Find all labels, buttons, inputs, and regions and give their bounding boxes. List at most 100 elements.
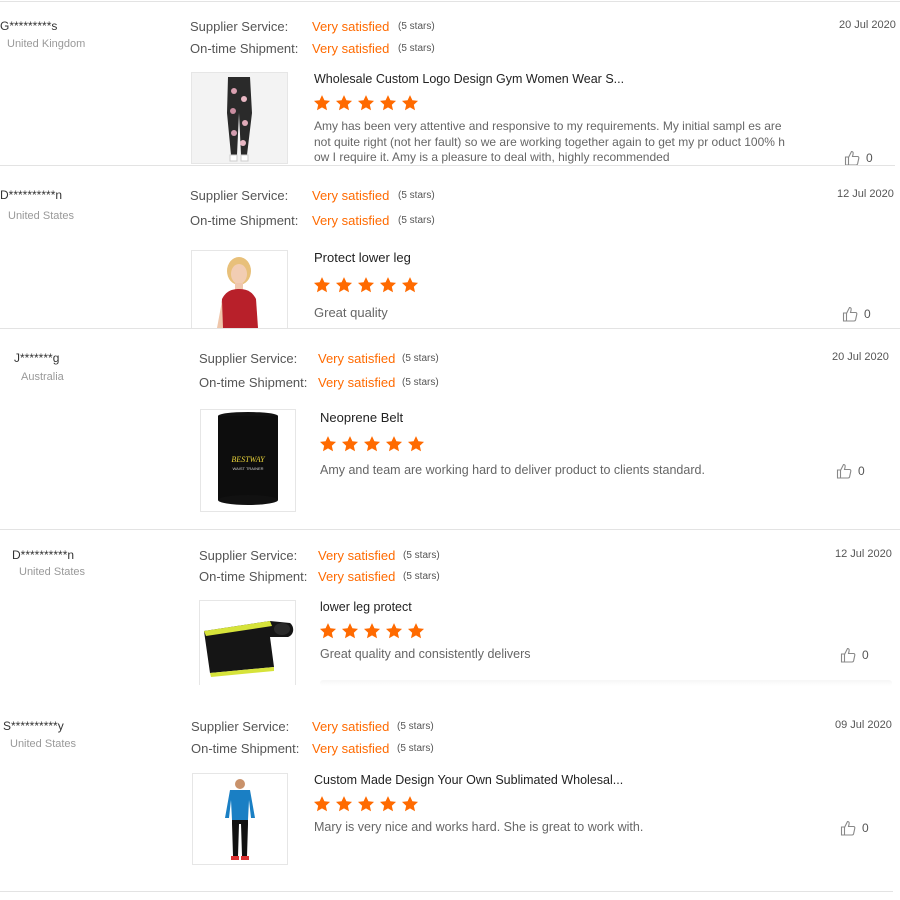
review-item: G*********s United Kingdom Supplier Serv…: [0, 0, 900, 166]
star-icon: [363, 622, 381, 640]
belt-subtitle-text: WAIST TRAINER: [232, 466, 263, 471]
star-icon: [313, 795, 331, 813]
star-icon: [313, 276, 331, 294]
stars-count: (5 stars): [398, 190, 435, 201]
star-icon: [385, 622, 403, 640]
star-icon: [379, 94, 397, 112]
product-title[interactable]: Neoprene Belt: [320, 410, 403, 425]
reviewer-country: United States: [10, 738, 77, 750]
star-icon: [335, 276, 353, 294]
review-item: J*******g Australia Supplier Service: Ve…: [0, 329, 900, 529]
ontime-shipment-label: On-time Shipment:: [199, 375, 308, 390]
stars-count: (5 stars): [403, 550, 440, 561]
like-count: 0: [862, 821, 869, 835]
like-button[interactable]: 0: [836, 463, 865, 479]
reviewer-name: D**********n: [12, 548, 75, 562]
rating-value: Very satisfied: [312, 719, 390, 734]
star-icon: [357, 94, 375, 112]
like-count: 0: [858, 464, 865, 478]
stars-count: (5 stars): [402, 377, 439, 388]
product-title[interactable]: Wholesale Custom Logo Design Gym Women W…: [314, 72, 624, 86]
rating-value: Very satisfied: [318, 375, 396, 390]
reviewer-country: United Kingdom: [7, 38, 86, 50]
review-date: 12 Jul 2020: [835, 548, 892, 560]
like-button[interactable]: 0: [840, 820, 869, 836]
man-rashguard-photo-icon: [193, 774, 287, 864]
star-icon: [379, 276, 397, 294]
like-count: 0: [864, 307, 871, 321]
thumbs-up-icon: [840, 647, 856, 663]
star-icon: [335, 795, 353, 813]
rating-value: Very satisfied: [312, 741, 390, 756]
star-icon: [319, 435, 337, 453]
reviewer-country: United States: [8, 210, 75, 222]
ontime-shipment-label: On-time Shipment:: [199, 569, 308, 584]
stars-count: (5 stars): [398, 215, 435, 226]
leggings-photo-icon: [192, 73, 287, 163]
rating-value: Very satisfied: [312, 213, 390, 228]
review-date: 09 Jul 2020: [835, 719, 892, 731]
review-item: S**********y United States Supplier Serv…: [0, 702, 900, 892]
star-icon: [385, 435, 403, 453]
like-count: 0: [866, 151, 873, 165]
stars-count: (5 stars): [397, 743, 434, 754]
supplier-service-label: Supplier Service:: [191, 719, 290, 734]
like-button[interactable]: 0: [840, 647, 869, 663]
star-rating: [319, 435, 429, 453]
review-item: D**********n United States Supplier Serv…: [0, 530, 900, 702]
star-icon: [319, 622, 337, 640]
star-icon: [357, 795, 375, 813]
rating-value: Very satisfied: [312, 19, 390, 34]
star-icon: [407, 435, 425, 453]
like-count: 0: [862, 648, 869, 662]
rating-value: Very satisfied: [318, 569, 396, 584]
thumbs-up-icon: [836, 463, 852, 479]
reviewer-country: United States: [19, 566, 86, 578]
stars-count: (5 stars): [403, 571, 440, 582]
review-date: 20 Jul 2020: [832, 351, 889, 363]
product-title[interactable]: lower leg protect: [320, 600, 412, 614]
stars-count: (5 stars): [397, 721, 434, 732]
review-comment: Amy and team are working hard to deliver…: [320, 463, 705, 477]
product-image[interactable]: [191, 250, 288, 328]
reply-box-edge: [320, 680, 892, 686]
product-image[interactable]: [192, 773, 288, 865]
star-icon: [341, 435, 359, 453]
product-title[interactable]: Custom Made Design Your Own Sublimated W…: [314, 773, 623, 787]
product-image[interactable]: BESTWAY WAIST TRAINER: [200, 409, 296, 512]
star-icon: [401, 276, 419, 294]
thumbs-up-icon: [844, 150, 860, 166]
rating-value: Very satisfied: [318, 351, 396, 366]
belt-brand-text: BESTWAY: [231, 455, 266, 464]
thumbs-up-icon: [842, 306, 858, 322]
like-button[interactable]: 0: [842, 306, 871, 322]
supplier-service-label: Supplier Service:: [190, 188, 289, 203]
star-icon: [401, 795, 419, 813]
waist-belt-photo-icon: BESTWAY WAIST TRAINER: [201, 410, 295, 511]
star-icon: [313, 94, 331, 112]
review-comment: Mary is very nice and works hard. She is…: [314, 820, 644, 834]
product-image[interactable]: [191, 72, 288, 164]
stars-count: (5 stars): [398, 21, 435, 32]
supplier-service-label: Supplier Service:: [190, 19, 289, 34]
star-icon: [357, 276, 375, 294]
star-icon: [401, 94, 419, 112]
star-rating: [313, 94, 423, 112]
leg-wrap-photo-icon: [200, 601, 295, 685]
stars-count: (5 stars): [398, 43, 435, 54]
star-icon: [379, 795, 397, 813]
reviewer-country: Australia: [21, 371, 64, 383]
review-item: D**********n United States Supplier Serv…: [0, 166, 900, 328]
thumbs-up-icon: [840, 820, 856, 836]
product-image[interactable]: [199, 600, 296, 685]
star-icon: [341, 622, 359, 640]
review-date: 20 Jul 2020: [839, 19, 896, 31]
reviewer-name: D**********n: [0, 188, 63, 202]
like-button[interactable]: 0: [844, 150, 873, 166]
reviewer-name: J*******g: [14, 351, 60, 365]
supplier-service-label: Supplier Service:: [199, 548, 298, 563]
star-icon: [407, 622, 425, 640]
woman-photo-icon: [192, 251, 287, 328]
review-comment: Amy has been very attentive and responsi…: [314, 119, 785, 164]
product-title[interactable]: Protect lower leg: [314, 250, 411, 265]
